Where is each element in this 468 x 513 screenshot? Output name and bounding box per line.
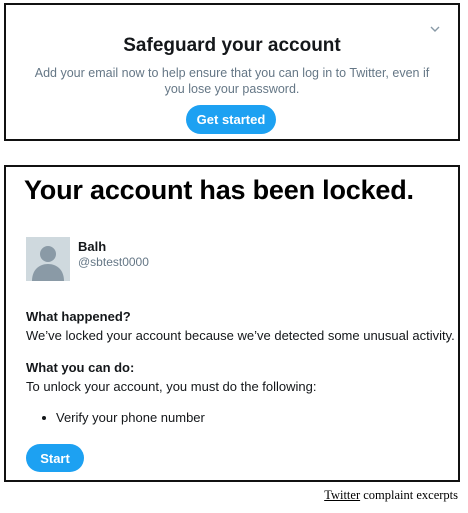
what-happened-heading: What happened? <box>26 309 131 324</box>
account-name: Balh <box>78 239 107 254</box>
avatar <box>26 237 70 281</box>
safeguard-description: Add your email now to help ensure that y… <box>34 66 430 96</box>
what-you-can-do-heading: What you can do: <box>26 360 135 375</box>
default-avatar-icon <box>26 237 70 281</box>
start-button[interactable]: Start <box>26 444 84 472</box>
bullet-icon <box>42 415 46 420</box>
list-item: Verify your phone number <box>42 410 205 425</box>
get-started-button[interactable]: Get started <box>186 105 276 134</box>
account-locked-panel: Your account has been locked. Balh @sbte… <box>4 165 460 482</box>
chevron-down-icon[interactable] <box>430 25 440 33</box>
what-happened-text: We’ve locked your account because we’ve … <box>26 328 455 343</box>
locked-headline: Your account has been locked. <box>24 175 414 205</box>
step-label: Verify your phone number <box>56 410 205 425</box>
account-handle: @sbtest0000 <box>78 255 149 269</box>
safeguard-account-panel: Safeguard your account Add your email no… <box>4 3 460 141</box>
caption-link[interactable]: Twitter <box>324 488 360 502</box>
caption-text: complaint excerpts <box>360 488 458 502</box>
safeguard-title: Safeguard your account <box>123 35 341 56</box>
figure-caption: Twitter complaint excerpts <box>324 488 458 503</box>
what-you-can-do-text: To unlock your account, you must do the … <box>26 379 317 394</box>
